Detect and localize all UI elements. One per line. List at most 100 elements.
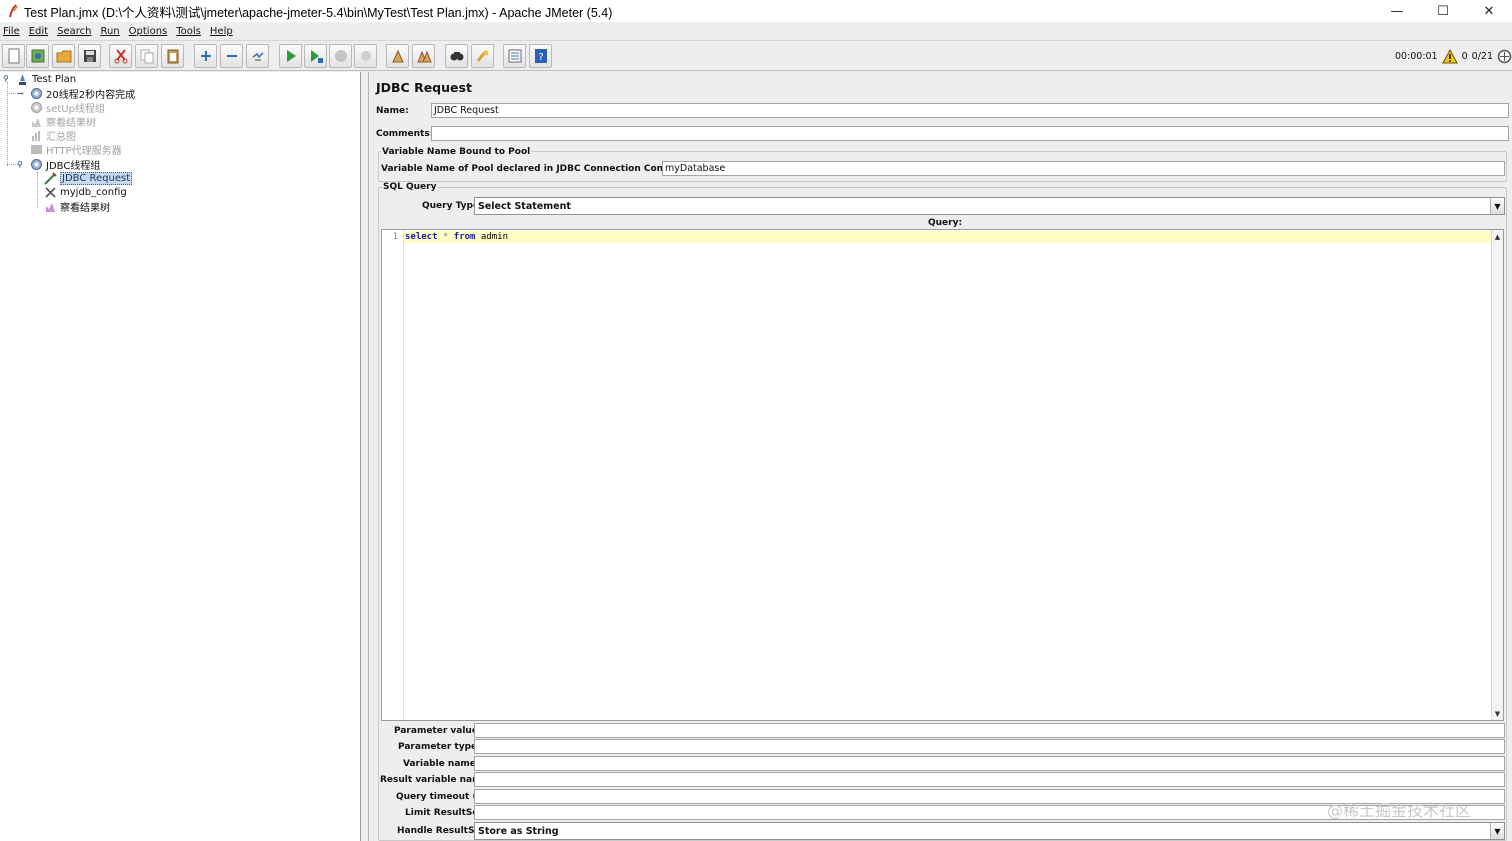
parameter-values-field[interactable] [474, 723, 1505, 738]
copy-button[interactable] [135, 44, 158, 68]
minimize-button[interactable]: — [1374, 0, 1420, 22]
proxy-icon [30, 143, 43, 156]
expander-test-plan[interactable]: ⚲ [3, 74, 9, 83]
tree-node-thread-group-20[interactable]: 20线程2秒内容完成 [30, 86, 135, 101]
window-title: Test Plan.jmx (D:\个人资料\测试\jmeter\apache-… [24, 5, 613, 20]
templates-icon [31, 49, 44, 63]
clear-all-button[interactable] [412, 44, 435, 68]
menu-search[interactable]: Search [57, 26, 91, 37]
test-plan-tree: ⚲ ⊸ ⚲ Test Plan 20线程2秒内容完成 setUp线程组 察看结果… [0, 72, 361, 841]
start-button[interactable] [279, 44, 302, 68]
function-helper-icon [508, 49, 521, 63]
tree-node-label: JDBC线程组 [46, 160, 101, 172]
variable-names-field[interactable] [474, 756, 1505, 771]
tree-node-jdbc-thread-group[interactable]: JDBC线程组 [30, 157, 101, 172]
tree-node-label: Test Plan [32, 73, 77, 85]
clear-button[interactable] [386, 44, 409, 68]
save-icon [83, 50, 96, 62]
jmeter-window: Test Plan.jmx (D:\个人资料\测试\jmeter\apache-… [0, 0, 1512, 841]
jdbc-request-panel: JDBC Request Name: JDBC Request Comments… [370, 72, 1512, 841]
tree-node-http-proxy[interactable]: HTTP代理服务器 [30, 142, 122, 157]
close-button[interactable]: ✕ [1466, 0, 1512, 22]
sql-query-group-title: SQL Query [382, 182, 438, 192]
templates-button[interactable] [26, 44, 49, 68]
tree-node-test-plan[interactable]: Test Plan [16, 72, 76, 86]
menu-help[interactable]: Help [210, 26, 233, 37]
sql-keyword: from [453, 232, 476, 242]
start-no-pause-icon [310, 50, 323, 63]
tree-node-label: setUp线程组 [46, 103, 105, 115]
name-field[interactable]: JDBC Request [431, 103, 1509, 118]
tree-node-jdbc-request[interactable]: JDBC Request [44, 171, 133, 185]
new-icon [8, 48, 19, 64]
comments-label: Comments: [376, 129, 434, 139]
shutdown-icon [360, 51, 371, 61]
sql-identifier: admin [480, 232, 508, 242]
menu-bar: File Edit Search Run Options Tools Help [0, 22, 1512, 40]
search-button[interactable] [445, 44, 468, 68]
tree-node-setup-thread-group[interactable]: setUp线程组 [30, 100, 105, 115]
start-no-pause-button[interactable] [304, 44, 327, 68]
pane-splitter[interactable] [361, 72, 369, 841]
tree-node-view-results-tree-disabled[interactable]: 察看结果树 [30, 114, 96, 129]
start-icon [286, 50, 296, 62]
parameter-types-label: Parameter types: [398, 742, 487, 752]
expand-all-button[interactable] [194, 44, 217, 68]
clear-icon [391, 49, 404, 63]
expander-jdbc-thread-group[interactable]: ⚲ [17, 160, 23, 169]
help-button[interactable]: ? [529, 44, 552, 68]
chevron-down-icon[interactable]: ▼ [1490, 198, 1504, 214]
thread-group-icon [30, 158, 43, 171]
tree-node-view-results-tree[interactable]: 察看结果树 [44, 199, 110, 214]
menu-run[interactable]: Run [100, 26, 119, 37]
shutdown-button[interactable] [354, 44, 377, 68]
save-button[interactable] [78, 44, 101, 68]
clear-all-icon [416, 50, 432, 63]
menu-edit[interactable]: Edit [29, 26, 48, 37]
open-button[interactable] [52, 44, 75, 68]
query-line-1[interactable]: select * from admin [404, 231, 1492, 243]
jmeter-feather-icon [6, 4, 20, 18]
toggle-button[interactable] [246, 44, 269, 68]
query-type-select[interactable]: Select Statement ▼ [474, 197, 1505, 215]
parameter-types-field[interactable] [474, 739, 1505, 754]
paste-button[interactable] [161, 44, 184, 68]
handle-resultset-value: Store as String [478, 825, 559, 837]
menu-tools[interactable]: Tools [176, 26, 201, 37]
name-label: Name: [376, 106, 409, 116]
scroll-up-icon[interactable]: ▲ [1492, 231, 1503, 242]
menu-file[interactable]: File [3, 26, 20, 37]
cut-button[interactable] [109, 44, 132, 68]
scroll-down-icon[interactable]: ▼ [1492, 708, 1503, 719]
variable-names-label: Variable names: [403, 759, 485, 769]
query-editor[interactable]: 1 select * from admin ▲ ▼ [381, 229, 1504, 721]
comments-field[interactable] [431, 126, 1509, 141]
reset-search-button[interactable] [471, 44, 494, 68]
tree-node-label: 汇总图 [46, 131, 76, 143]
stop-button[interactable] [329, 44, 352, 68]
collapse-all-button[interactable] [220, 44, 243, 68]
pool-name-field[interactable]: myDatabase [662, 161, 1505, 176]
thread-group-icon [30, 101, 43, 114]
handle-resultset-select[interactable]: Store as String ▼ [474, 822, 1505, 840]
thread-group-icon [30, 87, 43, 100]
collapse-icon [226, 55, 237, 57]
toolbar: ? 00:00:01 0 0/21 [0, 40, 1512, 71]
tree-node-aggregate-graph[interactable]: 汇总图 [30, 128, 76, 143]
tree-node-jdbc-config[interactable]: myjdb_config [44, 185, 127, 199]
maximize-button[interactable]: ☐ [1420, 0, 1466, 22]
tree-node-label: HTTP代理服务器 [46, 145, 122, 157]
menu-options[interactable]: Options [129, 26, 168, 37]
expander-thread-group-20[interactable]: ⊸ [17, 89, 24, 98]
chevron-down-icon[interactable]: ▼ [1490, 823, 1504, 839]
warning-icon[interactable] [1441, 49, 1458, 64]
tree-node-label: 察看结果树 [46, 117, 96, 129]
function-helper-button[interactable] [503, 44, 526, 68]
result-variable-name-field[interactable] [474, 772, 1505, 787]
editor-vertical-scrollbar[interactable]: ▲ ▼ [1491, 230, 1503, 720]
line-number-gutter: 1 [382, 230, 404, 720]
sampler-icon [44, 171, 57, 185]
paste-icon [167, 49, 178, 64]
new-button[interactable] [2, 44, 25, 68]
parameter-values-label: Parameter values: [394, 726, 487, 736]
